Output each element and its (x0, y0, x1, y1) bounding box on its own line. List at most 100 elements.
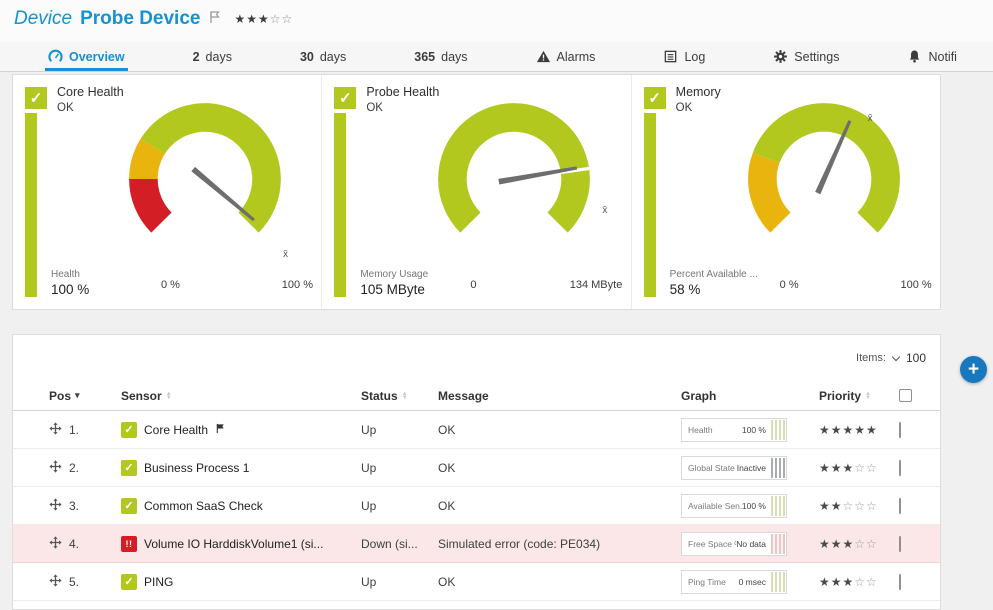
gauge-core-health[interactable]: ✓ Core Health OK x̄ 0 % 100 % Health 100… (13, 75, 321, 309)
sensor-link[interactable]: Business Process 1 (144, 461, 249, 475)
row-checkbox[interactable] (899, 498, 901, 514)
average-marker: x̄ (868, 113, 873, 124)
tab-notifications[interactable]: Notifi (907, 42, 956, 71)
items-count-select[interactable]: 100 (906, 351, 926, 365)
status-ok-check-icon: ✓ (25, 87, 47, 109)
column-header-graph[interactable]: Graph (681, 389, 819, 403)
sensor-link[interactable]: Common SaaS Check (144, 499, 263, 513)
chevron-down-icon[interactable] (892, 352, 900, 360)
gauge-dial (95, 91, 315, 267)
tab-2-days[interactable]: 2 days (193, 42, 232, 71)
sensor-ok-icon: ✓ (121, 422, 137, 438)
sensor-link[interactable]: Core Health (144, 423, 208, 437)
column-header-sensor[interactable]: Sensor▲▼ (121, 389, 361, 403)
items-label: Items: (856, 352, 886, 364)
tab-365-days[interactable]: 365 days (414, 42, 467, 71)
drag-handle-icon[interactable] (49, 498, 62, 514)
gauge-probe-health[interactable]: ✓ Probe Health OK x̄ 0 134 MByte Memory … (321, 75, 630, 309)
sparkline (771, 496, 785, 516)
status-green-bar (644, 113, 656, 297)
gauge-max-label: 100 % (900, 279, 931, 291)
priority-stars[interactable]: ★★★★★ (819, 423, 899, 437)
mini-graph[interactable]: Free Space % No data (681, 532, 787, 556)
sort-arrows-icon: ▲▼ (865, 392, 871, 400)
tab-settings[interactable]: Settings (773, 42, 839, 71)
status-ok-check-icon: ✓ (644, 87, 666, 109)
sort-arrows-icon: ▲▼ (166, 392, 172, 400)
gauge-min-label: 0 (470, 279, 476, 291)
tab-alarms[interactable]: Alarms (536, 42, 596, 71)
column-header-message[interactable]: Message (438, 389, 681, 403)
mini-graph[interactable]: Global State Inactive (681, 456, 787, 480)
gauge-metric-label: Health (51, 269, 89, 280)
row-checkbox[interactable] (899, 574, 901, 590)
favorite-flag-icon[interactable] (215, 423, 226, 437)
sensor-error-icon: !! (121, 536, 137, 552)
gauge-metric-value: 58 % (670, 282, 758, 297)
column-header-status[interactable]: Status▲▼ (361, 389, 438, 403)
mini-graph[interactable]: Health 100 % (681, 418, 787, 442)
priority-stars[interactable]: ★★★☆☆ (819, 537, 899, 551)
sensor-message: OK (438, 423, 681, 437)
gauge-max-label: 100 % (282, 279, 313, 291)
sensor-status: Up (361, 575, 438, 589)
tab-overview-label: Overview (69, 50, 125, 64)
row-position: 1. (69, 423, 79, 437)
mini-graph[interactable]: Available Sen... 100 % (681, 494, 787, 518)
sensor-status: Down (si... (361, 537, 438, 551)
tab-30-days-number: 30 (300, 50, 314, 64)
sensor-status: Up (361, 499, 438, 513)
drag-handle-icon[interactable] (49, 574, 62, 590)
tab-2-days-label: days (206, 50, 232, 64)
device-breadcrumb: Device (14, 8, 72, 30)
gauge-max-label: 134 MByte (570, 279, 623, 291)
tab-365-days-label: days (441, 50, 467, 64)
gauges-panel: ✓ Core Health OK x̄ 0 % 100 % Health 100… (12, 74, 941, 310)
row-checkbox[interactable] (899, 460, 901, 476)
status-green-bar (334, 113, 346, 297)
bell-icon (907, 49, 922, 64)
row-checkbox[interactable] (899, 422, 901, 438)
tab-2-days-number: 2 (193, 50, 200, 64)
rating-stars-empty: ☆☆ (270, 12, 294, 26)
tab-settings-label: Settings (794, 50, 839, 64)
tab-log[interactable]: Log (663, 42, 705, 71)
priority-stars[interactable]: ★★★☆☆ (819, 461, 899, 475)
table-header-row: Pos▾ Sensor▲▼ Status▲▼ Message Graph Pri… (13, 381, 940, 411)
row-position: 5. (69, 575, 79, 589)
gauge-dial (714, 91, 934, 267)
priority-rating[interactable]: ★★★☆☆ (234, 12, 293, 26)
mini-graph[interactable]: Ping Time 0 msec (681, 570, 787, 594)
flag-icon[interactable] (208, 10, 222, 29)
tab-30-days[interactable]: 30 days (300, 42, 346, 71)
sensor-link[interactable]: Volume IO HarddiskVolume1 (si... (144, 537, 323, 551)
rating-stars-filled: ★★★ (234, 12, 269, 26)
priority-stars[interactable]: ★★★☆☆ (819, 575, 899, 589)
gauge-metric-label: Percent Available ... (670, 269, 758, 280)
priority-stars[interactable]: ★★☆☆☆ (819, 499, 899, 513)
row-checkbox[interactable] (899, 536, 901, 552)
tab-notifications-label: Notifi (928, 50, 956, 64)
average-marker: x̄ (283, 249, 288, 260)
column-header-pos[interactable]: Pos▾ (49, 389, 121, 403)
table-row: 5. ✓ PING Up OK Ping Time 0 msec ★★★☆☆ (13, 563, 940, 601)
table-row: 1. ✓ Core Health Up OK Health 100 % ★★★★… (13, 411, 940, 449)
drag-handle-icon[interactable] (49, 536, 62, 552)
drag-handle-icon[interactable] (49, 422, 62, 438)
tab-overview[interactable]: Overview (48, 42, 125, 71)
page-title[interactable]: Probe Device (80, 8, 200, 30)
sensor-link[interactable]: PING (144, 575, 173, 589)
row-position: 2. (69, 461, 79, 475)
column-header-priority[interactable]: Priority▲▼ (819, 389, 899, 403)
tab-bar: Overview 2 days 30 days 365 days Alarms … (0, 42, 993, 72)
add-button[interactable]: + (960, 356, 987, 383)
sensor-ok-icon: ✓ (121, 498, 137, 514)
sort-caret-icon: ▾ (75, 390, 80, 401)
gauge-metric-value: 100 % (51, 282, 89, 297)
tab-alarms-label: Alarms (557, 50, 596, 64)
gauge-memory[interactable]: ✓ Memory OK x̄ 0 % 100 % Percent Availab… (631, 75, 940, 309)
drag-handle-icon[interactable] (49, 460, 62, 476)
select-all-checkbox[interactable] (899, 389, 912, 402)
sparkline (771, 534, 785, 554)
sensor-status: Up (361, 423, 438, 437)
